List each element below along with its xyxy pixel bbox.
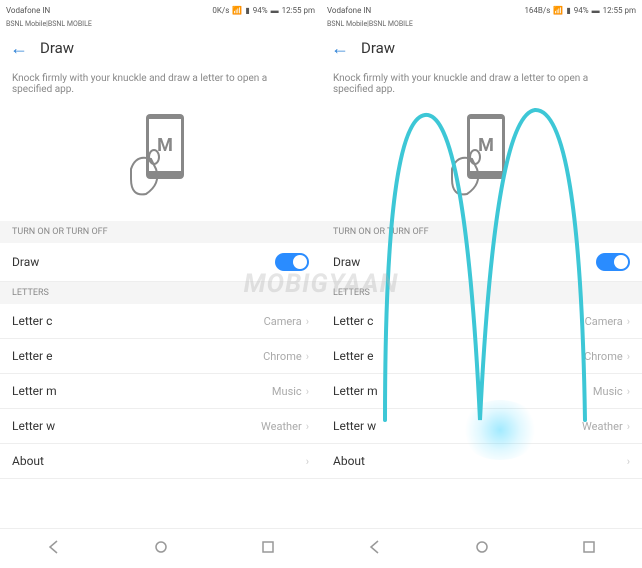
battery-percent: 94% [574, 6, 589, 15]
chevron-right-icon: › [627, 385, 630, 398]
back-icon[interactable]: ← [331, 38, 349, 59]
letter-row-m[interactable]: Letter m Music› [0, 374, 321, 409]
chevron-right-icon: › [627, 420, 630, 433]
chevron-right-icon: › [306, 385, 309, 398]
wifi-icon: 📶 [553, 6, 563, 15]
letter-row-c[interactable]: Letter c Camera› [0, 304, 321, 339]
nav-bar [0, 528, 321, 568]
draw-toggle-row[interactable]: Draw [0, 243, 321, 282]
status-right: 0K/s 📶 ▮ 94% ▬ 12:55 pm [212, 6, 315, 15]
chevron-right-icon: › [627, 350, 630, 363]
page-title: Draw [40, 39, 74, 57]
chevron-right-icon: › [627, 455, 630, 468]
letter-row-c[interactable]: Letter c Camera› [321, 304, 642, 339]
chevron-right-icon: › [306, 455, 309, 468]
knuckle-illustration: M [116, 109, 206, 209]
letter-row-e[interactable]: Letter e Chrome› [0, 339, 321, 374]
status-speed: 0K/s [212, 6, 229, 15]
header: ← Draw [0, 29, 321, 67]
status-carrier: Vodafone IN [327, 6, 524, 15]
battery-percent: 94% [253, 6, 268, 15]
svg-text:M: M [478, 135, 494, 156]
back-icon[interactable]: ← [10, 38, 28, 59]
draw-toggle[interactable] [275, 253, 309, 271]
illustration: M [0, 103, 321, 221]
signal-icon: ▮ [566, 6, 570, 15]
status-time: 12:55 pm [282, 6, 315, 15]
draw-toggle-label: Draw [333, 255, 360, 269]
screen-right: Vodafone IN 164B/s 📶 ▮ 94% ▬ 12:55 pm BS… [321, 0, 642, 568]
status-bar: Vodafone IN 0K/s 📶 ▮ 94% ▬ 12:55 pm [0, 0, 321, 20]
page-title: Draw [361, 39, 395, 57]
nav-back-icon[interactable] [367, 539, 383, 559]
section-toggle-header: TURN ON OR TURN OFF [0, 221, 321, 243]
nav-home-icon[interactable] [153, 539, 169, 559]
battery-icon: ▬ [592, 6, 600, 15]
carrier-subline: BSNL Mobile|BSNL MOBILE [0, 20, 321, 29]
status-time: 12:55 pm [603, 6, 636, 15]
chevron-right-icon: › [306, 420, 309, 433]
gesture-glow [460, 400, 540, 460]
draw-toggle-label: Draw [12, 255, 39, 269]
nav-home-icon[interactable] [474, 539, 490, 559]
description: Knock firmly with your knuckle and draw … [0, 67, 321, 103]
letter-row-e[interactable]: Letter e Chrome› [321, 339, 642, 374]
status-speed: 164B/s [524, 6, 550, 15]
status-bar: Vodafone IN 164B/s 📶 ▮ 94% ▬ 12:55 pm [321, 0, 642, 20]
draw-toggle[interactable] [596, 253, 630, 271]
chevron-right-icon: › [306, 350, 309, 363]
section-toggle-header: TURN ON OR TURN OFF [321, 221, 642, 243]
battery-icon: ▬ [271, 6, 279, 15]
screen-left: Vodafone IN 0K/s 📶 ▮ 94% ▬ 12:55 pm BSNL… [0, 0, 321, 568]
nav-bar [321, 528, 642, 568]
status-carrier: Vodafone IN [6, 6, 212, 15]
content: Knock firmly with your knuckle and draw … [321, 67, 642, 528]
chevron-right-icon: › [627, 315, 630, 328]
wifi-icon: 📶 [232, 6, 242, 15]
draw-toggle-row[interactable]: Draw [321, 243, 642, 282]
letter-row-w[interactable]: Letter w Weather› [0, 409, 321, 444]
svg-text:M: M [157, 135, 173, 156]
content: Knock firmly with your knuckle and draw … [0, 67, 321, 528]
knuckle-illustration: M [437, 109, 527, 209]
illustration: M [321, 103, 642, 221]
nav-recent-icon[interactable] [581, 539, 597, 559]
header: ← Draw [321, 29, 642, 67]
nav-recent-icon[interactable] [260, 539, 276, 559]
chevron-right-icon: › [306, 315, 309, 328]
description: Knock firmly with your knuckle and draw … [321, 67, 642, 103]
carrier-subline: BSNL Mobile|BSNL MOBILE [321, 20, 642, 29]
status-right: 164B/s 📶 ▮ 94% ▬ 12:55 pm [524, 6, 636, 15]
signal-icon: ▮ [245, 6, 249, 15]
section-letters-header: LETTERS [321, 282, 642, 304]
section-letters-header: LETTERS [0, 282, 321, 304]
nav-back-icon[interactable] [46, 539, 62, 559]
about-row[interactable]: About › [0, 444, 321, 479]
